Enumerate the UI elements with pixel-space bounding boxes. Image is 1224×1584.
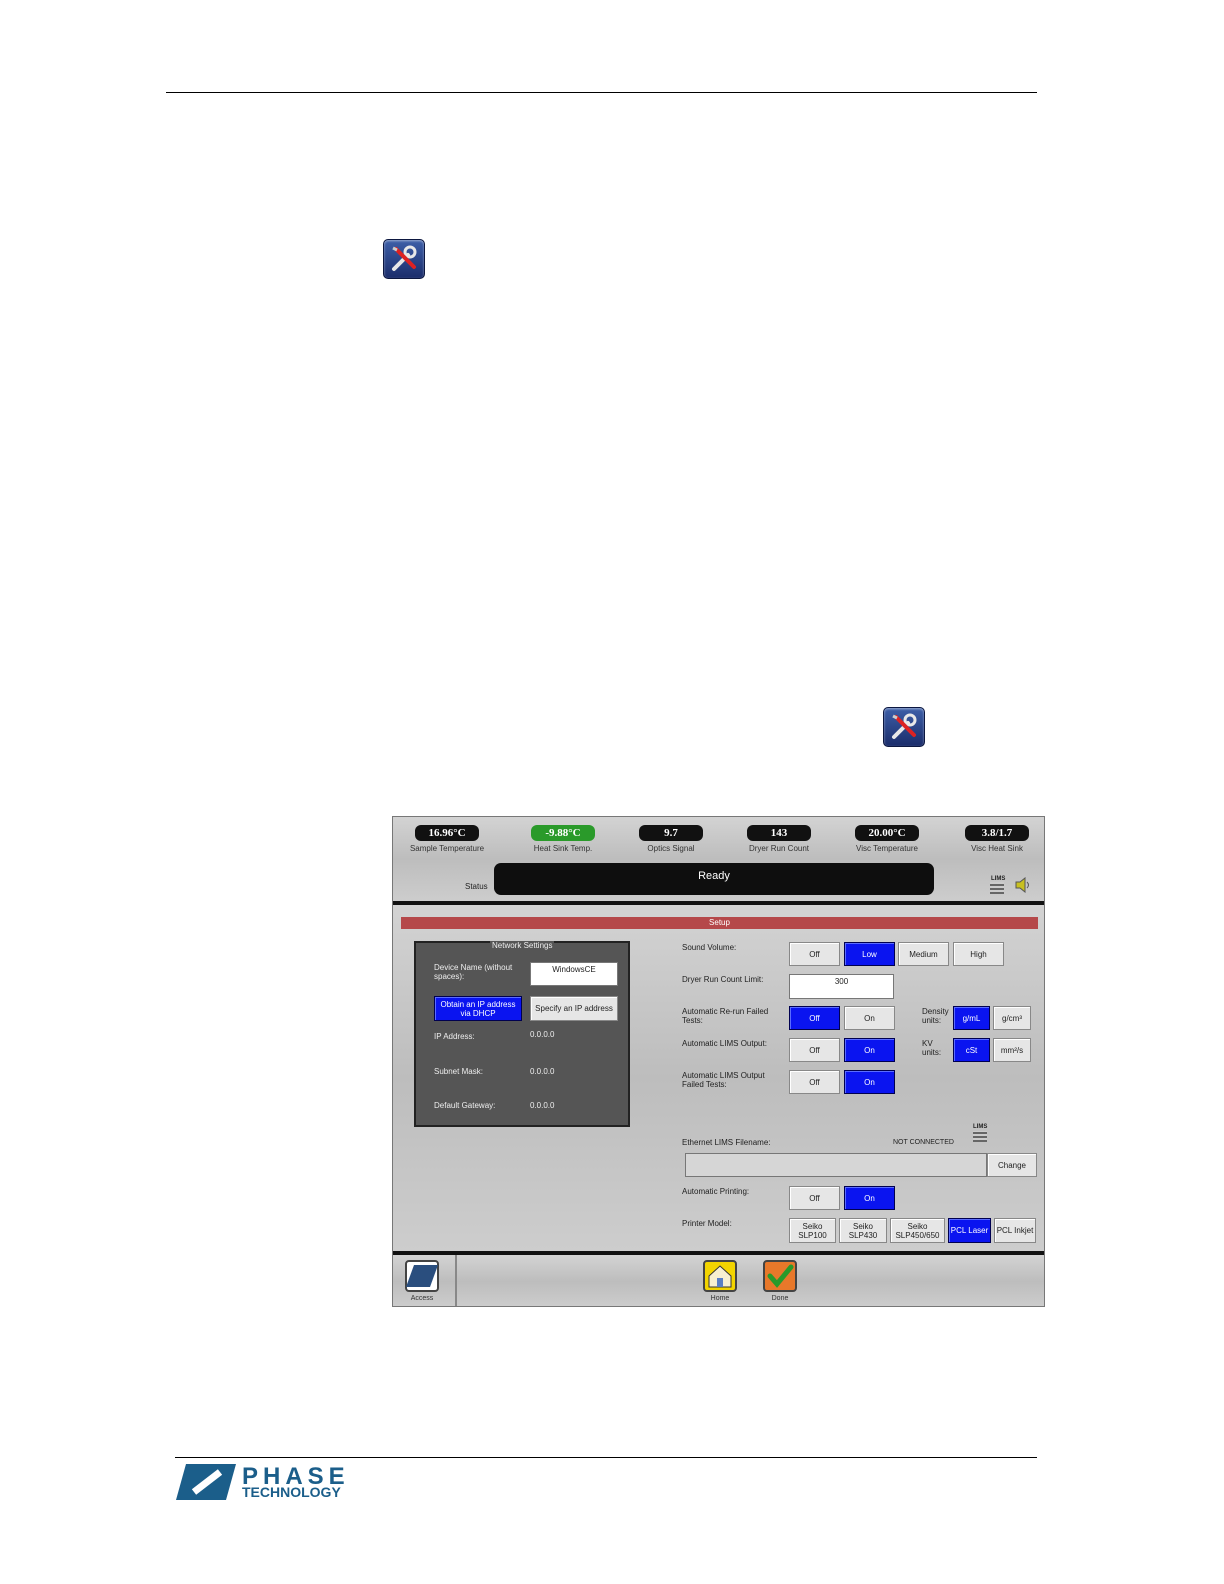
device-name-label: Device Name (without spaces): bbox=[434, 963, 513, 981]
done-label: Done bbox=[771, 1295, 789, 1302]
bottom-bar: Access Home Done bbox=[393, 1255, 1044, 1306]
density-label: Density units: bbox=[922, 1007, 949, 1025]
printer-model-option[interactable]: Seiko SLP450/650 bbox=[890, 1218, 945, 1243]
gateway-value: 0.0.0.0 bbox=[530, 1101, 555, 1110]
gauge-label: Sample Temperature bbox=[409, 844, 485, 853]
ethernet-status: NOT CONNECTED bbox=[893, 1139, 954, 1146]
sound-volume-option[interactable]: Off bbox=[789, 942, 840, 966]
lims-failed-option[interactable]: On bbox=[844, 1070, 895, 1094]
sound-volume-option[interactable]: Medium bbox=[898, 942, 949, 966]
tools-icon-inline[interactable] bbox=[883, 707, 925, 747]
ip-address-value: 0.0.0.0 bbox=[530, 1030, 555, 1039]
access-icon[interactable] bbox=[405, 1260, 439, 1292]
rerun-option[interactable]: Off bbox=[789, 1006, 840, 1030]
ethernet-filename-field[interactable] bbox=[685, 1153, 987, 1177]
bottom-divider bbox=[455, 1255, 457, 1306]
gauge-value: 16.96°C bbox=[415, 825, 479, 841]
status-label: Status bbox=[465, 882, 488, 891]
header-rule bbox=[166, 92, 1037, 93]
lims-failed-option[interactable]: Off bbox=[789, 1070, 840, 1094]
home-icon[interactable] bbox=[703, 1260, 737, 1292]
footer-rule bbox=[175, 1457, 1037, 1458]
gateway-label: Default Gateway: bbox=[434, 1101, 496, 1110]
gauge-label: Dryer Run Count bbox=[748, 844, 810, 853]
tools-icon[interactable] bbox=[383, 239, 425, 279]
gauge-header: Status Ready LIMS bbox=[393, 817, 1044, 901]
sound-volume-option[interactable]: High bbox=[953, 942, 1004, 966]
access-label: Access bbox=[410, 1295, 434, 1302]
ip-address-label: IP Address: bbox=[434, 1032, 475, 1041]
setup-title-bar: Setup bbox=[401, 917, 1038, 929]
lims-failed-label: Automatic LIMS Output Failed Tests: bbox=[682, 1071, 765, 1089]
gauge-value: 20.00°C bbox=[855, 825, 919, 841]
rerun-label: Automatic Re-run Failed Tests: bbox=[682, 1007, 769, 1025]
density-option[interactable]: g/cm³ bbox=[993, 1006, 1031, 1030]
gauge-value: 9.7 bbox=[639, 825, 703, 841]
specify-ip-button[interactable]: Specify an IP address bbox=[530, 996, 618, 1021]
printer-model-option[interactable]: Seiko SLP100 bbox=[789, 1218, 836, 1243]
speaker-icon[interactable] bbox=[1014, 877, 1032, 893]
auto-print-option[interactable]: Off bbox=[789, 1186, 840, 1210]
home-label: Home bbox=[710, 1295, 730, 1302]
auto-print-label: Automatic Printing: bbox=[682, 1187, 750, 1196]
phase-technology-logo-mark bbox=[176, 1464, 236, 1500]
lims-small-graphic bbox=[973, 1131, 987, 1142]
density-option[interactable]: g/mL bbox=[953, 1006, 990, 1030]
logo-line2: TECHNOLOGY bbox=[242, 1484, 341, 1500]
rerun-option[interactable]: On bbox=[844, 1006, 895, 1030]
subnet-mask-value: 0.0.0.0 bbox=[530, 1067, 555, 1076]
change-button[interactable]: Change bbox=[987, 1153, 1037, 1177]
status-display: Ready bbox=[494, 863, 934, 895]
gauge-value: 3.8/1.7 bbox=[965, 825, 1029, 841]
network-settings-panel: Network Settings Device Name (without sp… bbox=[414, 941, 630, 1127]
printer-model-option[interactable]: PCL Inkjet bbox=[994, 1218, 1036, 1243]
gauge-label: Optics Signal bbox=[647, 844, 695, 853]
kv-option[interactable]: cSt bbox=[953, 1038, 990, 1062]
kv-label: KV units: bbox=[922, 1039, 942, 1057]
sound-volume-option[interactable]: Low bbox=[844, 942, 895, 966]
subnet-mask-label: Subnet Mask: bbox=[434, 1067, 483, 1076]
gauge-label: Visc Temperature bbox=[856, 844, 918, 853]
gauge-label: Heat Sink Temp. bbox=[533, 844, 593, 853]
lims-output-option[interactable]: On bbox=[844, 1038, 895, 1062]
printer-model-option[interactable]: PCL Laser bbox=[948, 1218, 991, 1243]
printer-model-label: Printer Model: bbox=[682, 1219, 732, 1228]
gauge-value: 143 bbox=[747, 825, 811, 841]
dryer-limit-field[interactable]: 300 bbox=[789, 974, 894, 999]
dryer-limit-label: Dryer Run Count Limit: bbox=[682, 975, 764, 984]
printer-model-option[interactable]: Seiko SLP430 bbox=[839, 1218, 887, 1243]
gauge-label: Visc Heat Sink bbox=[971, 844, 1023, 853]
gauge-value: -9.88°C bbox=[531, 825, 595, 841]
lims-output-label: Automatic LIMS Output: bbox=[682, 1039, 767, 1048]
device-name-field[interactable]: WindowsCE bbox=[530, 962, 618, 986]
auto-print-option[interactable]: On bbox=[844, 1186, 895, 1210]
ethernet-lims-label: Ethernet LIMS Filename: bbox=[682, 1138, 771, 1147]
lims-output-option[interactable]: Off bbox=[789, 1038, 840, 1062]
setup-screenshot: Status Ready LIMS Setup Network Settings… bbox=[392, 816, 1045, 1307]
kv-option[interactable]: mm²/s bbox=[993, 1038, 1031, 1062]
done-icon[interactable] bbox=[763, 1260, 797, 1292]
network-settings-title: Network Settings bbox=[490, 941, 555, 950]
sound-volume-label: Sound Volume: bbox=[682, 943, 737, 952]
lims-connection-icon[interactable] bbox=[990, 882, 1004, 894]
dhcp-button[interactable]: Obtain an IP address via DHCP bbox=[434, 996, 522, 1021]
